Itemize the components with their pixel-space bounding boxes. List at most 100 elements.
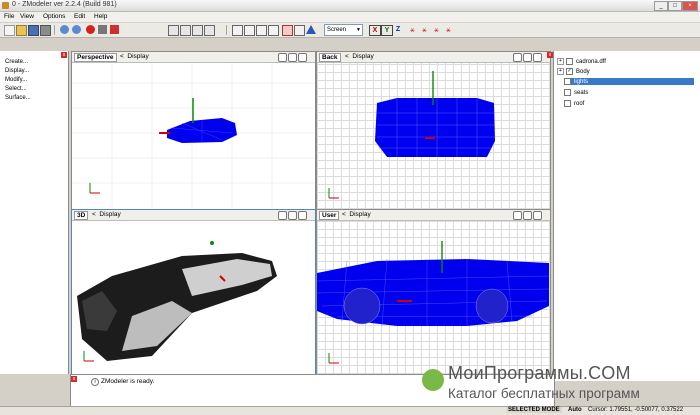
checkbox[interactable] (564, 78, 571, 85)
open-folder-icon[interactable] (16, 25, 27, 36)
menu-options[interactable]: Options (43, 13, 65, 20)
info-icon: i (91, 378, 99, 386)
menu-edit[interactable]: Edit (74, 13, 85, 20)
window-title: 0 - ZModeler ver 2.2.4 (Build 981) (12, 1, 117, 8)
coordinate-space-value: Screen (327, 27, 347, 33)
viewport-name[interactable]: Perspective (74, 53, 117, 62)
x-axis-button[interactable]: X (369, 25, 381, 36)
menu-item-select[interactable]: Select... (5, 86, 27, 92)
expand-icon[interactable]: + (557, 58, 564, 65)
minimize-button[interactable]: _ (654, 1, 668, 11)
menu-item-display[interactable]: Display... (5, 68, 29, 74)
axis-constraint-icon-2[interactable]: ⚹ (422, 25, 431, 34)
orbit-icon[interactable] (533, 211, 542, 220)
chevron-down-icon: ▼ (356, 27, 361, 33)
watermark-logo (422, 369, 444, 391)
zoom-icon[interactable] (513, 53, 522, 62)
scale-icon[interactable] (192, 25, 203, 36)
pan-icon[interactable] (288, 211, 297, 220)
viewport-user[interactable]: User < Display (316, 209, 551, 375)
viewport-back[interactable]: Back < Display (316, 51, 551, 210)
save-icon[interactable] (28, 25, 39, 36)
user-scene (317, 241, 550, 364)
viewport-header: Perspective < Display (72, 52, 315, 63)
z-axis-button[interactable]: Z (393, 25, 403, 34)
print-icon[interactable] (40, 25, 51, 36)
viewport-display-menu[interactable]: < Display (120, 53, 149, 60)
move-icon[interactable] (168, 25, 179, 36)
viewport-3d[interactable]: 3D < Display (71, 209, 316, 375)
viewport-name[interactable]: 3D (74, 211, 89, 220)
render-icon[interactable] (98, 25, 107, 34)
box-select-icon[interactable] (294, 25, 305, 36)
viewport-display-menu[interactable]: < Display (92, 211, 121, 218)
y-axis-button[interactable]: Y (381, 25, 393, 36)
menu-help[interactable]: Help (94, 13, 107, 20)
orbit-icon[interactable] (298, 211, 307, 220)
tree-item-lights[interactable]: lights (564, 78, 694, 86)
zoom-icon[interactable] (278, 53, 287, 62)
record-icon[interactable] (86, 25, 95, 34)
viewport-name[interactable]: User (319, 211, 340, 220)
3d-scene (77, 241, 277, 362)
vertex-mode-icon[interactable] (232, 25, 243, 36)
back-scene (328, 71, 495, 199)
edge-mode-icon[interactable] (244, 25, 255, 36)
scene-tree-panel: x + cadrona.dff + ✓ Body lights seats roof (547, 51, 700, 381)
coordinate-space-select[interactable]: Screen ▼ (324, 24, 363, 36)
menu-item-surface[interactable]: Surface... (5, 95, 31, 101)
menu-item-create[interactable]: Create... (5, 59, 28, 65)
pan-icon[interactable] (288, 53, 297, 62)
viewport-header: User < Display (317, 210, 550, 221)
title-bar: 0 - ZModeler ver 2.2.4 (Build 981) _ □ × (0, 0, 700, 12)
checkbox[interactable] (564, 100, 571, 107)
pan-icon[interactable] (523, 211, 532, 220)
face-mode-icon[interactable] (256, 25, 267, 36)
close-button[interactable]: × (682, 1, 698, 11)
close-icon[interactable]: x (547, 52, 553, 58)
checkbox[interactable] (564, 89, 571, 96)
tree-item-body[interactable]: + ✓ Body (557, 68, 590, 75)
redo-icon[interactable] (72, 25, 81, 34)
zoom-icon[interactable] (513, 211, 522, 220)
viewport-display-menu[interactable]: < Display (342, 211, 371, 218)
expand-icon[interactable]: + (557, 68, 564, 75)
menu-bar: File View Options Edit Help (0, 12, 700, 22)
zoom-icon[interactable] (278, 211, 287, 220)
tree-item-seats[interactable]: seats (564, 89, 588, 96)
tree-item-cadrona[interactable]: + cadrona.dff (557, 58, 606, 65)
pivot-icon[interactable] (204, 25, 215, 36)
axis-constraint-icon-4[interactable]: ⚹ (446, 25, 455, 34)
close-icon[interactable]: x (61, 52, 67, 58)
checkbox[interactable] (566, 58, 573, 65)
menu-item-modify[interactable]: Modify... (5, 77, 27, 83)
object-mode-icon[interactable] (268, 25, 279, 36)
menu-file[interactable]: File (4, 13, 14, 20)
maximize-button[interactable]: □ (668, 1, 682, 11)
tree-item-roof[interactable]: roof (564, 100, 584, 107)
selection-mode-status: SELECTED MODE (506, 407, 562, 413)
watermark-title: МоиПрограммы.COM (448, 363, 631, 383)
watermark-subtitle: Каталог бесплатных программ (448, 386, 640, 401)
orbit-icon[interactable] (298, 53, 307, 62)
triangle-icon[interactable] (306, 25, 316, 34)
app-icon (2, 2, 9, 9)
viewport-name[interactable]: Back (319, 53, 341, 62)
log-message: ZModeler is ready. (101, 378, 155, 385)
new-file-icon[interactable] (4, 25, 15, 36)
axis-constraint-icon-1[interactable]: ⚹ (410, 25, 419, 34)
rotate-icon[interactable] (180, 25, 191, 36)
pan-icon[interactable] (523, 53, 532, 62)
viewport-display-menu[interactable]: < Display (345, 53, 374, 60)
orbit-icon[interactable] (533, 53, 542, 62)
stop-icon[interactable] (110, 25, 119, 34)
command-panel: x Create... Display... Modify... Select.… (0, 51, 69, 374)
undo-icon[interactable] (60, 25, 69, 34)
checkbox[interactable]: ✓ (566, 68, 573, 75)
close-icon[interactable]: x (71, 376, 77, 382)
menu-view[interactable]: View (20, 13, 34, 20)
axis-constraint-icon-3[interactable]: ⚹ (434, 25, 443, 34)
selected-mode-icon[interactable] (282, 25, 293, 36)
viewport-perspective[interactable]: Perspective < Display (71, 51, 316, 210)
viewport-header: Back < Display (317, 52, 550, 63)
